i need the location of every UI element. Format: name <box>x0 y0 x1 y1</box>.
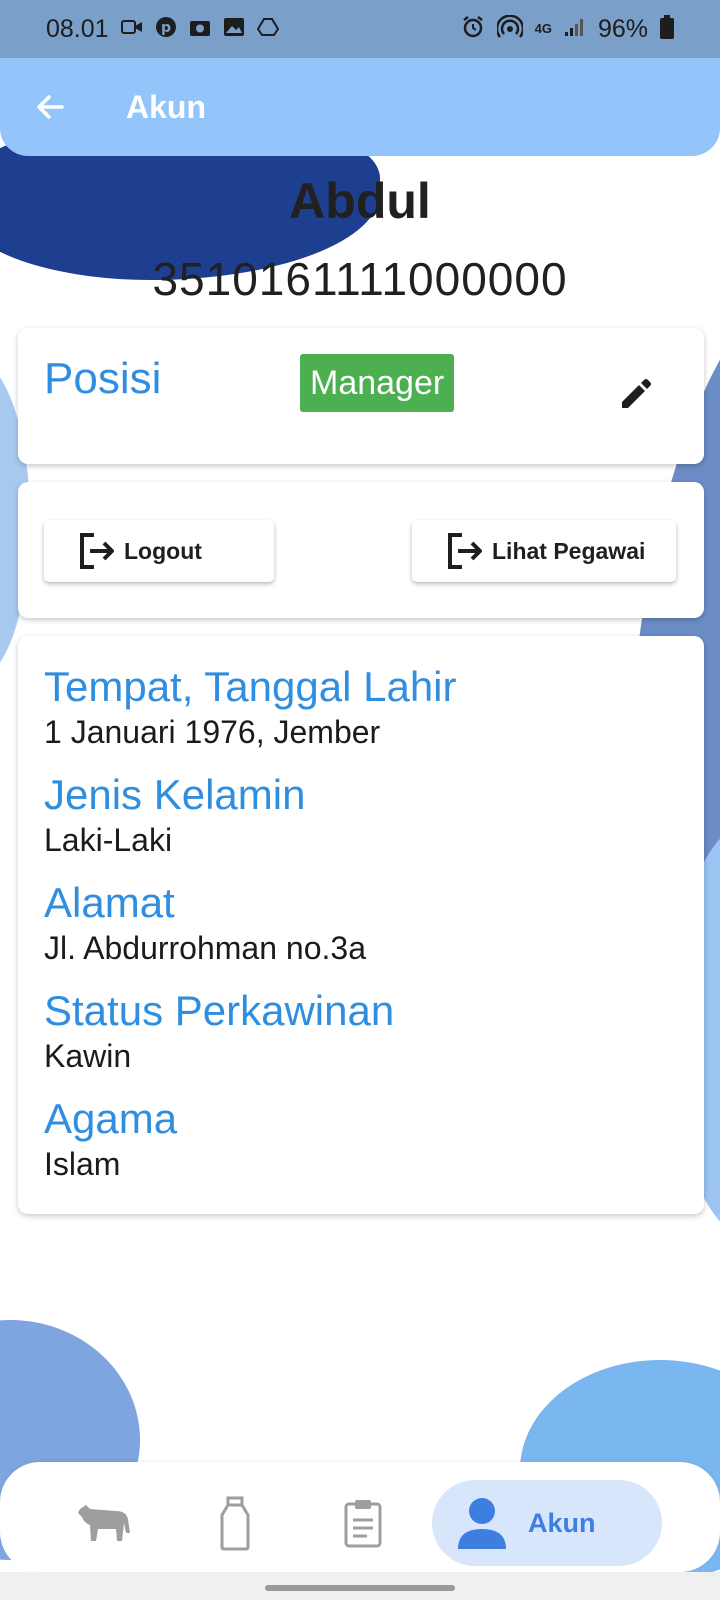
network-4g-icon: 4G <box>534 21 552 36</box>
milk-bottle-icon <box>220 1496 250 1551</box>
drive-icon <box>256 17 279 41</box>
position-badge: Manager <box>300 354 455 412</box>
status-time: 08.01 <box>46 14 109 43</box>
logout-label: Logout <box>124 537 202 564</box>
camera-app-icon <box>189 17 211 41</box>
info-item-religion: Agama Islam <box>44 1094 678 1184</box>
system-navigation-bar <box>0 1572 720 1600</box>
info-item-marital-status: Status Perkawinan Kawin <box>44 986 678 1076</box>
info-item-address: Alamat Jl. Abdurrohman no.3a <box>44 878 678 968</box>
back-button[interactable] <box>34 91 66 123</box>
nav-account-label: Akun <box>528 1507 596 1538</box>
personal-info-card: Tempat, Tanggal Lahir 1 Januari 1976, Je… <box>18 636 704 1214</box>
nav-item-milk[interactable] <box>200 1480 270 1566</box>
info-label: Status Perkawinan <box>44 987 395 1034</box>
profile-name: Abdul <box>289 173 431 229</box>
logout-icon <box>448 533 482 569</box>
alarm-icon <box>461 15 485 43</box>
logout-button[interactable]: Logout <box>44 520 274 582</box>
battery-percent: 96% <box>597 14 648 43</box>
edit-button[interactable] <box>616 374 656 414</box>
video-call-icon <box>120 18 143 40</box>
profile-nik: 3510161111000000 <box>152 253 568 305</box>
page-title: Akun <box>126 88 206 125</box>
signal-icon <box>564 17 586 41</box>
app-bar: Akun <box>0 58 720 156</box>
logout-icon <box>80 533 114 569</box>
pinterest-icon: p <box>155 16 177 42</box>
info-label: Jenis Kelamin <box>44 771 306 818</box>
clipboard-icon <box>344 1500 382 1548</box>
info-label: Agama <box>44 1095 178 1142</box>
info-value: Laki-Laki <box>44 822 173 858</box>
info-value: 1 Januari 1976, Jember <box>44 714 381 750</box>
bottom-navigation: Akun <box>0 1462 720 1572</box>
pencil-icon <box>622 379 651 408</box>
info-value: Jl. Abdurrohman no.3a <box>44 930 366 966</box>
person-icon <box>458 1498 506 1549</box>
position-card: Posisi Manager <box>18 328 704 464</box>
gallery-icon <box>223 17 245 41</box>
info-label: Alamat <box>44 879 175 926</box>
hotspot-icon <box>495 14 524 43</box>
nav-item-account[interactable]: Akun <box>432 1480 662 1566</box>
position-label: Posisi <box>44 354 162 403</box>
info-item-birth: Tempat, Tanggal Lahir 1 Januari 1976, Je… <box>44 662 678 752</box>
info-label: Tempat, Tanggal Lahir <box>44 663 457 710</box>
svg-text:p: p <box>161 20 171 36</box>
arrow-back-icon <box>37 95 64 119</box>
nav-item-report[interactable] <box>328 1480 398 1566</box>
info-value: Islam <box>44 1146 121 1182</box>
view-employees-label: Lihat Pegawai <box>492 537 646 564</box>
view-employees-button[interactable]: Lihat Pegawai <box>412 520 676 582</box>
gesture-handle[interactable] <box>265 1585 455 1591</box>
info-item-gender: Jenis Kelamin Laki-Laki <box>44 770 678 860</box>
status-bar: 08.01 p 4G 96% <box>0 0 720 58</box>
cow-icon <box>78 1505 130 1541</box>
network-type: 4G <box>534 21 552 36</box>
account-content: Abdul 3510161111000000 Posisi Manager Lo… <box>0 0 720 1600</box>
actions-card: Logout Lihat Pegawai <box>18 482 704 618</box>
nav-item-cattle[interactable] <box>70 1480 140 1566</box>
battery-icon <box>660 15 674 43</box>
info-value: Kawin <box>44 1038 132 1074</box>
